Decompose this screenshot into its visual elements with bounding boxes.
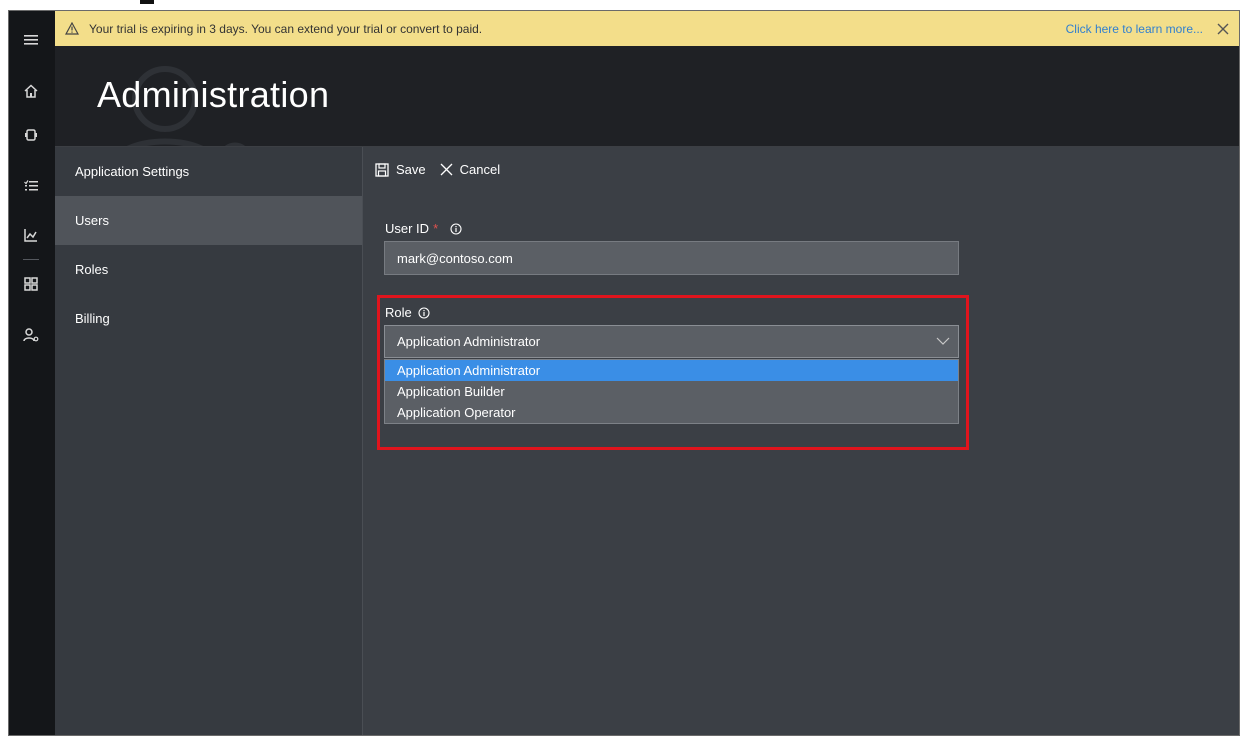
- info-icon[interactable]: [450, 222, 462, 235]
- admin-users-icon[interactable]: [19, 323, 43, 347]
- user-edit-panel: Save Cancel User ID * Role Application A…: [363, 147, 1239, 735]
- nav-item-billing[interactable]: Billing: [55, 294, 362, 343]
- info-icon[interactable]: [418, 306, 430, 319]
- icon-rail: [9, 11, 56, 735]
- cancel-icon: [440, 163, 453, 176]
- save-icon: [375, 162, 389, 177]
- warning-icon: [65, 22, 79, 35]
- role-options-list: Application Administrator Application Bu…: [384, 359, 959, 424]
- trial-message: Your trial is expiring in 3 days. You ca…: [89, 21, 483, 36]
- learn-more-link[interactable]: Click here to learn more...: [1066, 22, 1203, 36]
- dashboard-grid-icon[interactable]: [19, 272, 43, 296]
- cancel-label: Cancel: [459, 162, 501, 177]
- device-icon[interactable]: [19, 123, 43, 147]
- role-select[interactable]: Application Administrator: [384, 325, 959, 358]
- save-label: Save: [396, 162, 426, 177]
- nav-item-users[interactable]: Users: [55, 196, 362, 245]
- hamburger-icon[interactable]: [19, 28, 43, 52]
- toolbar: Save Cancel: [375, 162, 514, 177]
- role-label-row: Role: [385, 305, 430, 320]
- home-icon[interactable]: [19, 79, 43, 103]
- admin-side-nav: Application Settings Users Roles Billing: [55, 147, 363, 735]
- trial-banner: Your trial is expiring in 3 days. You ca…: [55, 11, 1239, 46]
- user-id-label: User ID: [385, 221, 430, 236]
- nav-item-roles[interactable]: Roles: [55, 245, 362, 294]
- analytics-icon[interactable]: [19, 223, 43, 247]
- nav-item-application-settings[interactable]: Application Settings: [55, 147, 362, 196]
- required-marker: *: [433, 221, 439, 236]
- page-header: Administration: [55, 46, 1239, 147]
- role-option-application-builder[interactable]: Application Builder: [385, 381, 958, 402]
- role-option-application-operator[interactable]: Application Operator: [385, 402, 958, 423]
- rules-icon[interactable]: [19, 174, 43, 198]
- user-id-label-row: User ID *: [385, 221, 462, 236]
- role-option-application-administrator[interactable]: Application Administrator: [385, 360, 958, 381]
- cancel-button[interactable]: Cancel: [440, 162, 500, 177]
- role-selected-value: Application Administrator: [397, 334, 541, 349]
- close-icon[interactable]: [1217, 23, 1229, 35]
- cropped-text-fragment: [140, 0, 154, 4]
- screenshot-top-edge: [0, 0, 1250, 10]
- user-id-field[interactable]: [384, 241, 959, 275]
- page-title: Administration: [97, 74, 330, 115]
- rail-divider: [23, 259, 39, 260]
- chevron-down-icon: [936, 337, 950, 345]
- save-button[interactable]: Save: [375, 162, 426, 177]
- app-window: Your trial is expiring in 3 days. You ca…: [8, 10, 1240, 736]
- role-label: Role: [385, 305, 412, 320]
